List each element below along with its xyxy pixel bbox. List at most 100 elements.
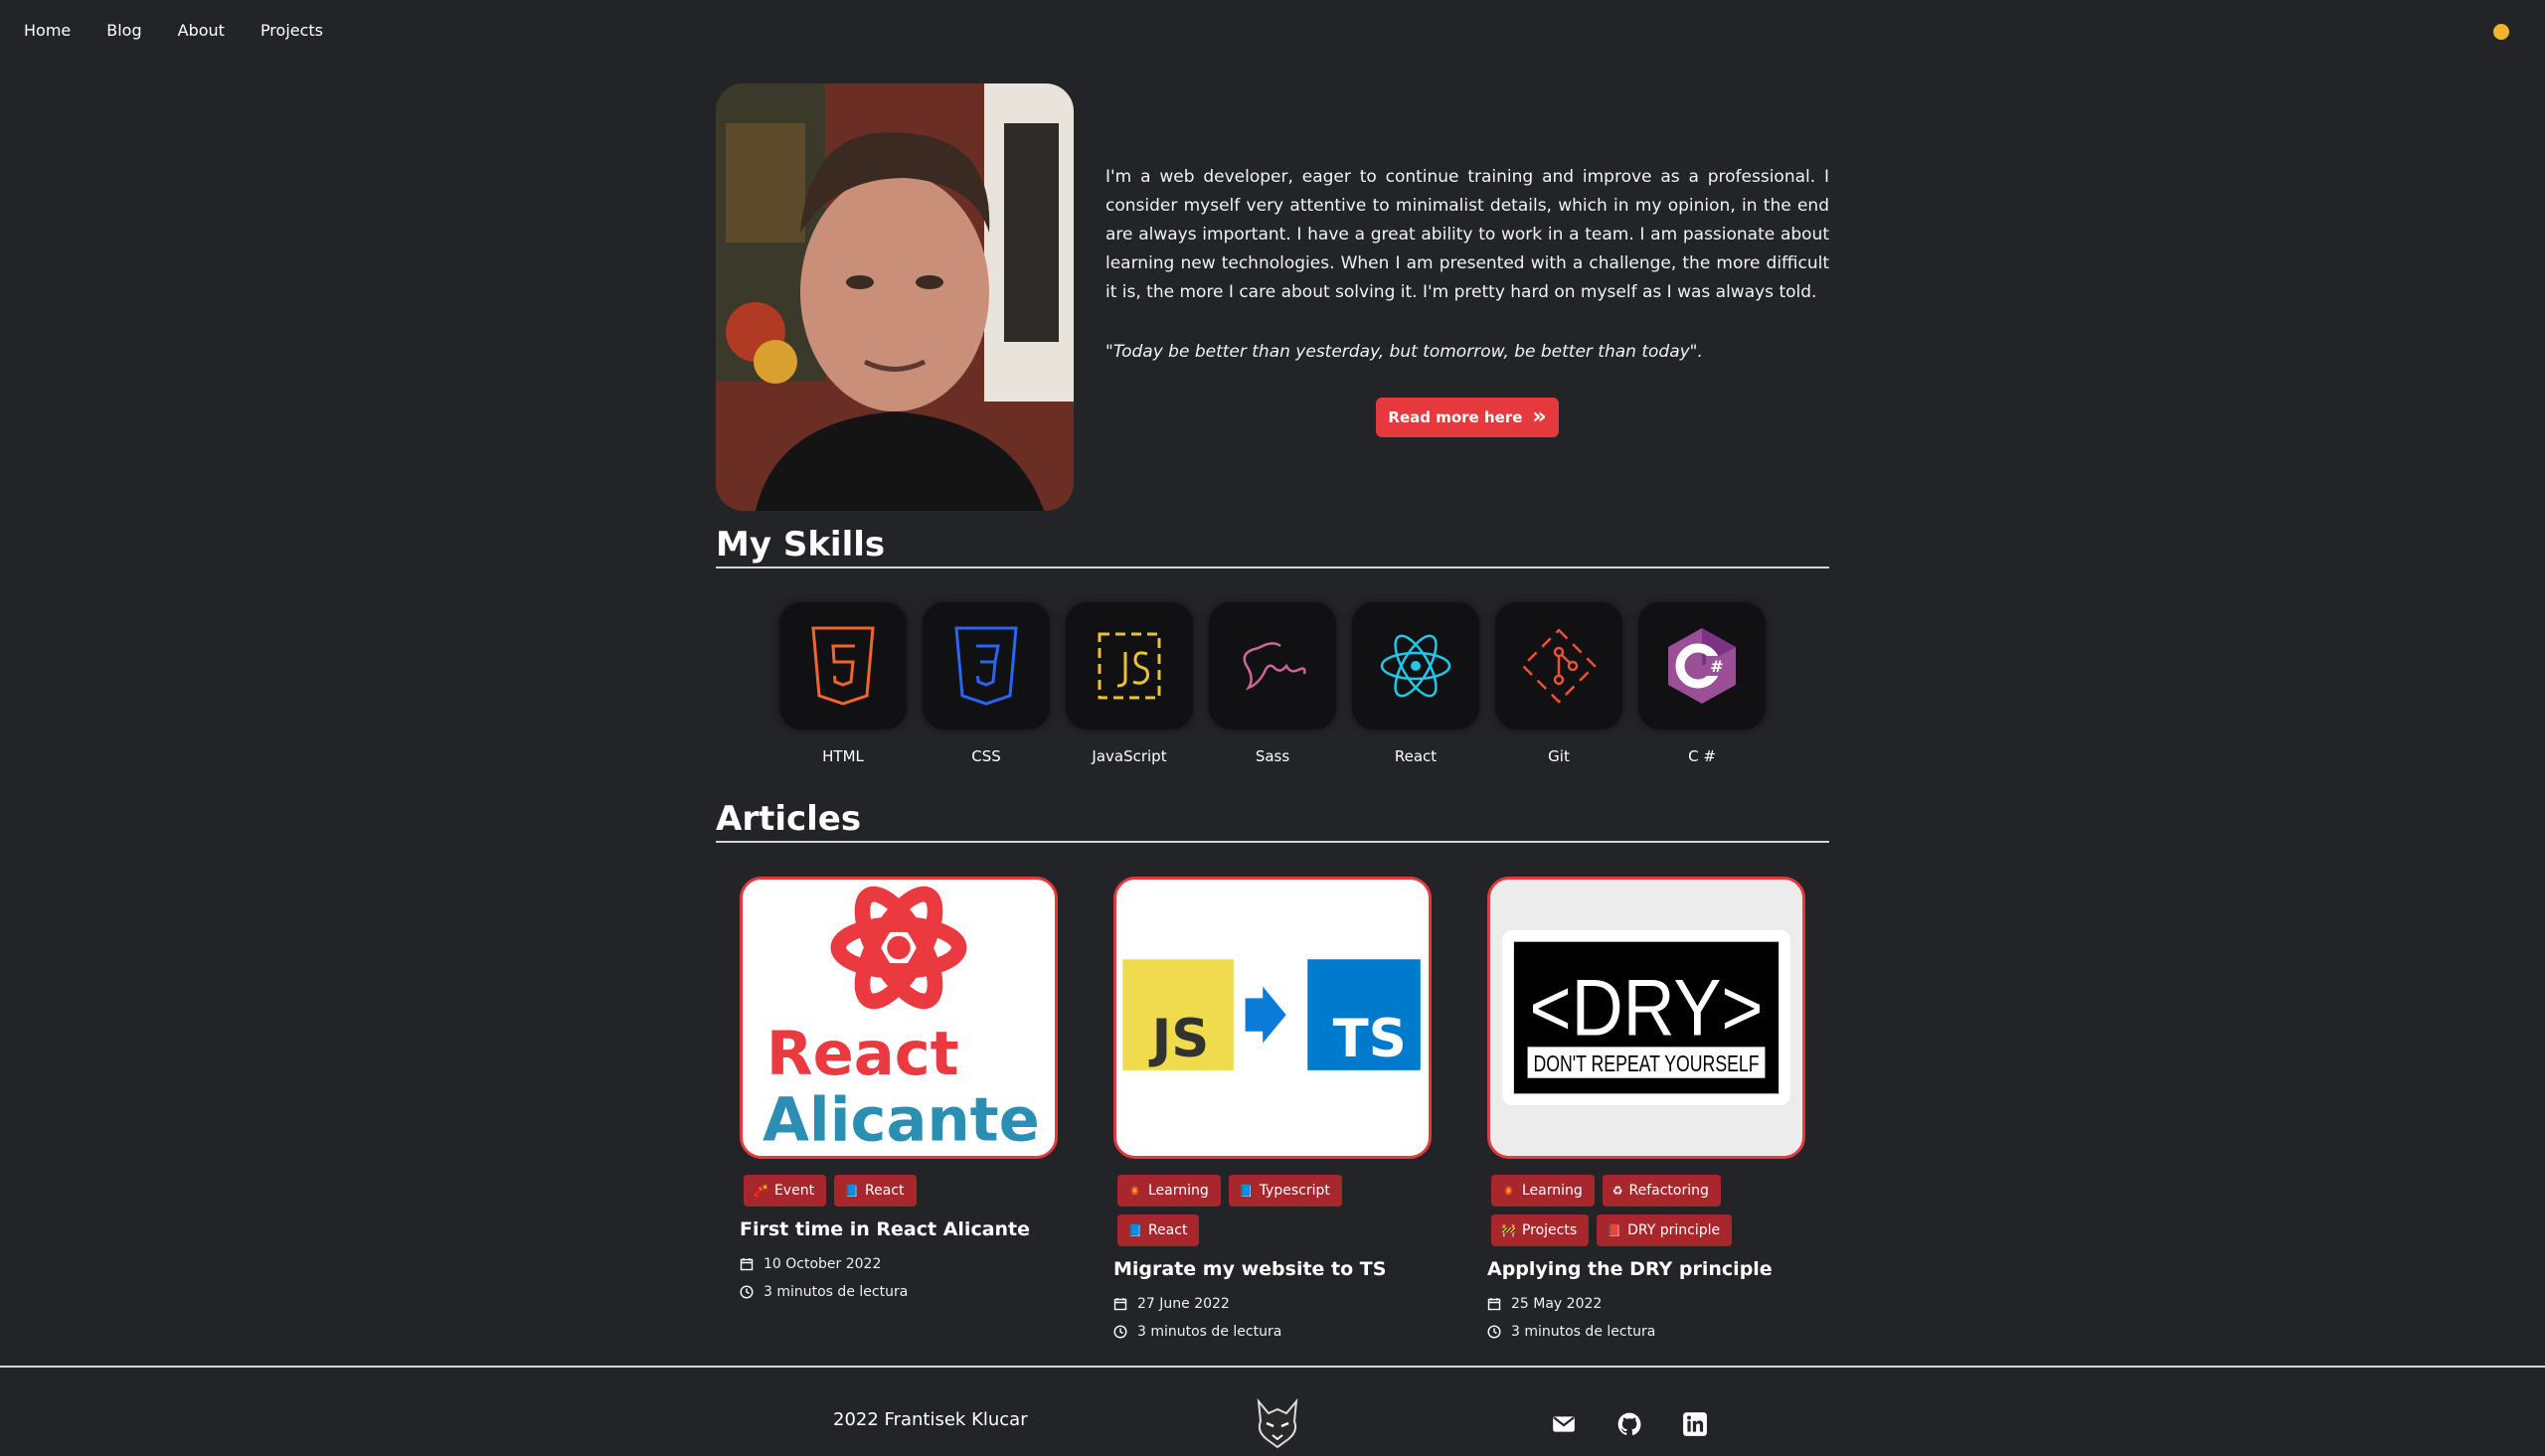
- article-title[interactable]: First time in React Alicante: [740, 1218, 1058, 1240]
- hero-section: I'm a web developer, eager to continue t…: [716, 83, 1829, 511]
- article-title[interactable]: Applying the DRY principle: [1487, 1258, 1805, 1280]
- skills-list: HTML CSS JavaScript Sass React Git # C #: [779, 602, 1766, 765]
- skill-label: JavaScript: [1092, 747, 1167, 765]
- skill-label: HTML: [822, 747, 864, 765]
- article-card[interactable]: React Alicante 🧨 Event 📘 React First time …: [740, 877, 1058, 1340]
- book-icon: 📘: [844, 1184, 860, 1198]
- skill-html: HTML: [779, 602, 907, 765]
- clock-icon: [740, 1285, 754, 1299]
- theme-toggle-button[interactable]: [2493, 24, 2509, 40]
- tag-projects[interactable]: 🚧 Projects: [1491, 1214, 1590, 1246]
- skill-label: Sass: [1255, 747, 1290, 765]
- calendar-icon: [740, 1258, 754, 1271]
- csharp-icon: #: [1638, 602, 1766, 729]
- react-icon: [1352, 602, 1479, 729]
- articles-list: React Alicante 🧨 Event 📘 React First time …: [740, 877, 1805, 1340]
- article-title[interactable]: Migrate my website to TS: [1113, 1258, 1432, 1280]
- svg-text:#: #: [1710, 657, 1723, 676]
- book-icon: 📘: [1238, 1184, 1254, 1198]
- tag-refactoring[interactable]: ♻ Refactoring: [1602, 1175, 1721, 1207]
- firecracker-icon: 🧨: [754, 1184, 768, 1198]
- tag-learning[interactable]: 🏮 Learning: [1117, 1175, 1221, 1207]
- thumb-text-ts: TS: [1333, 1009, 1407, 1069]
- wolf-logo-icon[interactable]: [1255, 1397, 1300, 1449]
- tag-react[interactable]: 📘 React: [1117, 1214, 1200, 1246]
- article-tags: 🏮 Learning 📘 Typescript 📘 React: [1113, 1175, 1432, 1246]
- article-read-time: 3 minutos de lectura: [740, 1284, 1058, 1300]
- top-nav: Home Blog About Projects: [24, 20, 359, 42]
- clock-icon: [1487, 1325, 1501, 1339]
- nav-blog-link[interactable]: Blog: [106, 20, 141, 42]
- date-text: 27 June 2022: [1137, 1296, 1230, 1312]
- thumb-text-dont-repeat: DON'T REPEAT YOURSELF: [1533, 1051, 1759, 1076]
- article-date: 27 June 2022: [1113, 1296, 1432, 1312]
- article-card[interactable]: JS TS 🏮 Learning 📘 Typescript 📘 React Migra…: [1113, 877, 1432, 1340]
- bio-block: I'm a web developer, eager to continue t…: [1105, 163, 1829, 367]
- article-date: 10 October 2022: [740, 1256, 1058, 1272]
- skill-javascript: JavaScript: [1066, 602, 1193, 765]
- tag-event[interactable]: 🧨 Event: [744, 1175, 827, 1207]
- thumb-text-js: JS: [1149, 1009, 1210, 1069]
- github-icon[interactable]: [1616, 1411, 1642, 1437]
- skills-title: My Skills: [716, 525, 1829, 568]
- thumb-text-alicante: Alicante: [763, 1085, 1040, 1155]
- read-time-text: 3 minutos de lectura: [1511, 1324, 1656, 1340]
- date-text: 25 May 2022: [1511, 1296, 1603, 1312]
- tag-label: React: [865, 1183, 905, 1199]
- tag-react[interactable]: 📘 React: [834, 1175, 917, 1207]
- nav-home-link[interactable]: Home: [24, 20, 71, 42]
- lantern-icon: 🏮: [1127, 1184, 1142, 1198]
- tag-typescript[interactable]: 📘 Typescript: [1228, 1175, 1342, 1207]
- calendar-icon: [1487, 1298, 1501, 1311]
- date-text: 10 October 2022: [764, 1256, 882, 1272]
- tag-label: Event: [773, 1183, 815, 1199]
- articles-title: Articles: [716, 799, 1829, 843]
- skill-label: React: [1394, 747, 1438, 765]
- bio-text: I'm a web developer, eager to continue t…: [1105, 167, 1829, 302]
- javascript-icon: [1066, 602, 1193, 729]
- article-thumbnail[interactable]: React Alicante: [740, 877, 1058, 1159]
- tag-label: Projects: [1521, 1222, 1578, 1238]
- tag-label: DRY principle: [1627, 1222, 1721, 1238]
- copyright-text: 2022 Frantisek Klucar: [833, 1409, 1028, 1430]
- nav-about-link[interactable]: About: [178, 20, 225, 42]
- linkedin-icon[interactable]: [1682, 1411, 1708, 1437]
- skill-csharp: # C #: [1638, 602, 1766, 765]
- read-time-text: 3 minutos de lectura: [1137, 1324, 1282, 1340]
- article-tags: 🏮 Learning ♻ Refactoring 🚧 Projects 📕 DRY pr…: [1487, 1175, 1805, 1246]
- skill-label: CSS: [971, 747, 1001, 765]
- article-card[interactable]: <DRY> DON'T REPEAT YOURSELF 🏮 Learning ♻ R…: [1487, 877, 1805, 1340]
- footer: 2022 Frantisek Klucar: [0, 1366, 2545, 1456]
- book-icon: 📘: [1127, 1223, 1142, 1237]
- git-icon: [1495, 602, 1622, 729]
- article-tags: 🧨 Event 📘 React: [740, 1175, 1058, 1207]
- tag-learning[interactable]: 🏮 Learning: [1491, 1175, 1595, 1207]
- css3-icon: [923, 602, 1050, 729]
- tag-label: React: [1147, 1222, 1188, 1238]
- read-more-button[interactable]: Read more here »: [1376, 398, 1559, 437]
- tag-label: Learning: [1147, 1183, 1209, 1199]
- social-links: [1551, 1411, 1708, 1437]
- chevrons-right-icon: »: [1532, 404, 1547, 429]
- tag-label: Typescript: [1259, 1183, 1330, 1199]
- nav-projects-link[interactable]: Projects: [260, 20, 323, 42]
- tag-label: Refactoring: [1628, 1183, 1709, 1199]
- calendar-icon: [1113, 1298, 1127, 1311]
- mail-icon[interactable]: [1551, 1411, 1577, 1437]
- construction-icon: 🚧: [1501, 1223, 1516, 1237]
- skill-label: C #: [1688, 747, 1716, 765]
- html5-icon: [779, 602, 907, 729]
- article-read-time: 3 minutos de lectura: [1113, 1324, 1432, 1340]
- profile-photo: [716, 83, 1074, 511]
- skill-sass: Sass: [1209, 602, 1336, 765]
- book-icon: 📕: [1607, 1223, 1622, 1237]
- article-thumbnail[interactable]: <DRY> DON'T REPEAT YOURSELF: [1487, 877, 1805, 1159]
- article-thumbnail[interactable]: JS TS: [1113, 877, 1432, 1159]
- bio-quote: "Today be better than yesterday, but tom…: [1105, 342, 1703, 362]
- tag-dry-principle[interactable]: 📕 DRY principle: [1597, 1214, 1733, 1246]
- read-time-text: 3 minutos de lectura: [764, 1284, 909, 1300]
- clock-icon: [1113, 1325, 1127, 1339]
- article-date: 25 May 2022: [1487, 1296, 1805, 1312]
- tag-label: Learning: [1521, 1183, 1583, 1199]
- skill-label: Git: [1548, 747, 1570, 765]
